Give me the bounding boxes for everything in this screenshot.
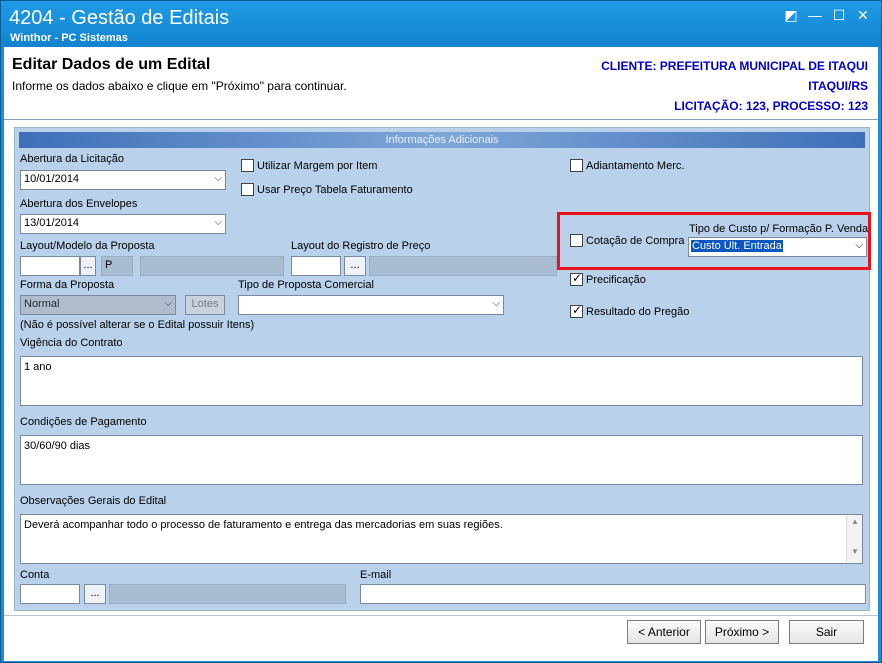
- app-window: 4204 - Gestão de Editais Winthor - PC Si…: [0, 0, 882, 663]
- page-title: Editar Dados de um Edital: [12, 56, 211, 73]
- forma-proposta-value: Normal: [24, 298, 60, 310]
- layout-modelo-label: Layout/Modelo da Proposta: [20, 240, 155, 252]
- tipo-custo-value: Custo Últ. Entrada: [691, 240, 783, 252]
- scroll-up-icon[interactable]: ▲: [847, 517, 863, 531]
- lotes-button: Lotes: [185, 295, 225, 315]
- conta-search-button[interactable]: ...: [84, 584, 106, 604]
- abertura-licitacao-value: 10/01/2014: [24, 173, 80, 185]
- minimize-icon[interactable]: —: [805, 6, 825, 24]
- checkbox-box[interactable]: [241, 159, 254, 172]
- forma-proposta-label: Forma da Proposta: [20, 279, 115, 291]
- title-bar[interactable]: 4204 - Gestão de Editais Winthor - PC Si…: [1, 1, 881, 47]
- sair-button[interactable]: Sair: [789, 620, 864, 644]
- abertura-licitacao-date[interactable]: 10/01/2014 ⌵: [20, 170, 226, 190]
- usar-preco-label: Usar Preço Tabela Faturamento: [257, 183, 413, 196]
- forma-proposta-select: Normal ⌵: [20, 295, 176, 315]
- client-city: ITAQUI/RS: [808, 79, 868, 93]
- anterior-button[interactable]: < Anterior: [627, 620, 701, 644]
- bid-process: LICITAÇÃO: 123, PROCESSO: 123: [674, 99, 868, 113]
- tipo-custo-select[interactable]: Custo Últ. Entrada ⌵: [688, 237, 867, 257]
- page-header: Editar Dados de um Edital Informe os dad…: [4, 47, 878, 119]
- scroll-down-icon[interactable]: ▼: [847, 547, 863, 561]
- email-label: E-mail: [360, 569, 392, 581]
- conta-label: Conta: [20, 569, 50, 581]
- observacoes-label: Observações Gerais do Edital: [20, 495, 167, 507]
- chevron-down-icon: ⌵: [164, 298, 172, 309]
- header-divider: [4, 119, 878, 120]
- layout-registro-search-button[interactable]: ...: [344, 256, 366, 276]
- abertura-envelopes-date[interactable]: 13/01/2014 ⌵: [20, 214, 226, 234]
- checkbox-box[interactable]: [570, 159, 583, 172]
- tipo-proposta-select[interactable]: ⌵: [238, 295, 504, 315]
- restore-icon[interactable]: ◩: [781, 6, 801, 24]
- checkbox-box[interactable]: [570, 303, 583, 318]
- abertura-licitacao-label: Abertura da Licitação: [20, 153, 124, 165]
- checkbox-box[interactable]: [241, 183, 254, 196]
- cotacao-compra-checkbox[interactable]: Cotação de Compra: [570, 234, 684, 247]
- condicoes-label: Condições de Pagamento: [20, 416, 147, 428]
- layout-modelo-code-input[interactable]: [20, 256, 80, 276]
- client-name: CLIENTE: PREFEITURA MUNICIPAL DE ITAQUI: [601, 59, 868, 73]
- adiantamento-label: Adiantamento Merc.: [586, 159, 685, 172]
- resultado-pregao-label: Resultado do Pregão: [586, 305, 690, 318]
- form-panel: Informações Adicionais Abertura da Licit…: [14, 127, 871, 611]
- precificacao-label: Precificação: [586, 273, 646, 286]
- vigencia-textarea[interactable]: 1 ano: [20, 356, 863, 406]
- email-field[interactable]: [360, 584, 866, 604]
- cotacao-compra-label: Cotação de Compra: [586, 234, 685, 247]
- layout-registro-label: Layout do Registro de Preço: [291, 240, 431, 252]
- abertura-envelopes-value: 13/01/2014: [24, 217, 80, 229]
- adiantamento-checkbox[interactable]: Adiantamento Merc.: [570, 159, 684, 172]
- layout-modelo-desc-field: [140, 256, 284, 276]
- nao-possivel-note: (Não é possível alterar se o Edital poss…: [20, 319, 255, 331]
- vigencia-label: Vigência do Contrato: [20, 337, 123, 349]
- tipo-custo-label: Tipo de Custo p/ Formação P. Venda: [689, 223, 869, 235]
- chevron-down-icon: ⌵: [214, 173, 222, 184]
- checkbox-box[interactable]: [570, 234, 583, 247]
- checkbox-box[interactable]: [570, 271, 583, 286]
- window-title: 4204 - Gestão de Editais: [9, 7, 230, 29]
- utilizar-margem-checkbox[interactable]: Utilizar Margem por Item: [241, 159, 377, 172]
- conta-code-input[interactable]: [20, 584, 80, 604]
- layout-registro-desc-field: [369, 256, 557, 276]
- layout-registro-code-input[interactable]: [291, 256, 341, 276]
- section-title: Informações Adicionais: [19, 132, 865, 148]
- observacoes-text: Deverá acompanhar todo o processo de fat…: [24, 519, 503, 531]
- close-icon[interactable]: ✕: [853, 6, 873, 24]
- proximo-button[interactable]: Próximo >: [705, 620, 779, 644]
- layout-modelo-p-field: P: [101, 256, 133, 276]
- conta-desc-field: [109, 584, 346, 604]
- abertura-envelopes-label: Abertura dos Envelopes: [20, 198, 138, 210]
- client-area: Editar Dados de um Edital Informe os dad…: [4, 47, 878, 661]
- bid-info: CLIENTE: PREFEITURA MUNICIPAL DE ITAQUI …: [601, 56, 868, 116]
- tipo-proposta-label: Tipo de Proposta Comercial: [238, 279, 374, 291]
- chevron-down-icon: ⌵: [855, 240, 863, 251]
- observacoes-textarea[interactable]: Deverá acompanhar todo o processo de fat…: [20, 514, 863, 564]
- chevron-down-icon: ⌵: [492, 298, 500, 309]
- footer-divider: [4, 615, 878, 616]
- window-controls: ◩ — ☐ ✕: [781, 6, 873, 24]
- layout-modelo-search-button[interactable]: ...: [80, 256, 96, 276]
- utilizar-margem-label: Utilizar Margem por Item: [257, 159, 378, 172]
- precificacao-checkbox[interactable]: Precificação: [570, 271, 646, 286]
- observacoes-scrollbar[interactable]: ▲ ▼: [846, 515, 862, 563]
- chevron-down-icon: ⌵: [214, 217, 222, 228]
- maximize-icon[interactable]: ☐: [829, 6, 849, 24]
- page-subtitle: Informe os dados abaixo e clique em "Pró…: [12, 79, 347, 93]
- window-subtitle: Winthor - PC Sistemas: [10, 32, 128, 44]
- usar-preco-checkbox[interactable]: Usar Preço Tabela Faturamento: [241, 183, 413, 196]
- condicoes-textarea[interactable]: 30/60/90 dias: [20, 435, 863, 485]
- resultado-pregao-checkbox[interactable]: Resultado do Pregão: [570, 303, 690, 318]
